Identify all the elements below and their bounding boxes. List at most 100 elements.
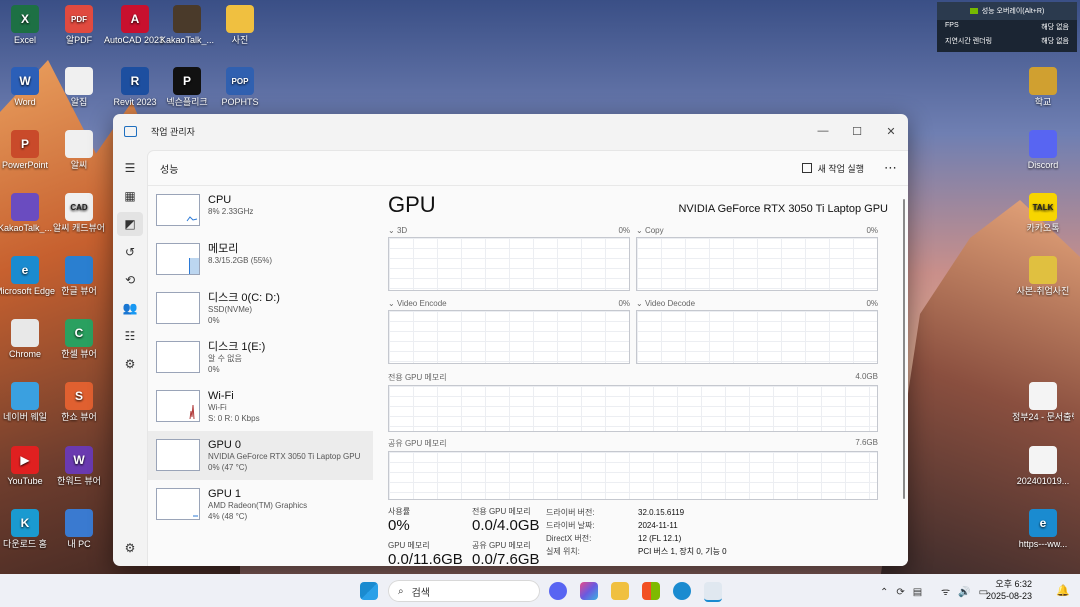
app-icon	[11, 319, 39, 347]
engine-video-encode-graph	[388, 310, 630, 364]
page-title: 성능	[160, 164, 179, 176]
desktop-icon-label: 내 PC	[67, 539, 91, 549]
app-icon	[173, 5, 201, 33]
users-icon[interactable]: 👥	[117, 296, 143, 320]
desktop-icon[interactable]: Discord	[1012, 130, 1074, 171]
detail-value: PCI 버스 1, 장치 0, 기능 0	[638, 547, 727, 556]
scrollbar[interactable]	[903, 199, 905, 499]
desktop-icon[interactable]: C 한셀 뷰어	[48, 319, 110, 360]
sidebar-item-gpu-1[interactable]: GPU 1 AMD Radeon(TM) Graphics 4% (48 °C)	[148, 480, 373, 529]
sidebar-item-name: 디스크 1(E:)	[208, 341, 266, 353]
desktop-icon-label: 사진	[231, 35, 249, 45]
taskbar-search[interactable]: ⌕ 검색	[388, 580, 540, 602]
dedicated-memory-stat-value: 0.0/4.0GB	[472, 517, 540, 534]
tray-icons[interactable]: ⌃⟳▤ ᯤ🔊▭	[880, 584, 996, 598]
desktop-icon[interactable]: 알씨	[48, 130, 110, 171]
desktop-icon[interactable]: CAD 알씨 캐드뷰어	[48, 193, 110, 234]
usage-label: 사용률	[388, 507, 411, 516]
mini-graph	[156, 390, 200, 422]
detail-row: DirectX 버전: 12 (FL 12.1)	[546, 532, 876, 545]
sidebar-item-[interactable]: 메모리 8.3/15.2GB (55%)	[148, 235, 373, 284]
engine-3d-label[interactable]: ⌄ 3D	[388, 226, 407, 235]
desktop-icon[interactable]: POP POPHTS	[209, 67, 271, 108]
store-icon[interactable]	[642, 582, 660, 600]
desktop-icon-label: POPHTS	[221, 97, 259, 107]
services-icon[interactable]: ⚙	[117, 352, 143, 376]
details-icon[interactable]: ☷	[117, 324, 143, 348]
top-bar: 성능 새 작업 실행 ⋯	[148, 151, 908, 186]
overlay-fps-value: 해당 없음	[1041, 24, 1069, 31]
desktop-icon[interactable]: S 한쇼 뷰어	[48, 382, 110, 423]
sidebar-item-sub1: AMD Radeon(TM) Graphics	[208, 501, 308, 510]
desktop-icon[interactable]: 정부24 - 문서출력.pdf	[1012, 382, 1074, 423]
detail-key: 드라이버 날짜:	[546, 521, 595, 530]
engine-video-decode-label[interactable]: ⌄ Video Decode	[636, 299, 695, 308]
engine-video-decode-graph	[636, 310, 878, 364]
copilot-icon[interactable]	[580, 582, 598, 600]
hamburger-menu-icon[interactable]: ☰	[117, 156, 143, 180]
desktop-icon[interactable]: 알집	[48, 67, 110, 108]
title-bar[interactable]: 작업 관리자 — ☐ ✕	[113, 114, 908, 148]
app-history-icon[interactable]: ↺	[117, 240, 143, 264]
desktop-icon[interactable]: PDF 알PDF	[48, 5, 110, 46]
sidebar-item-cpu[interactable]: CPU 8% 2.33GHz	[148, 186, 373, 235]
sidebar-item-1-e[interactable]: 디스크 1(E:) 알 수 없음 0%	[148, 333, 373, 382]
desktop-icon[interactable]: 학교	[1012, 67, 1074, 108]
sidebar-item-gpu-0[interactable]: GPU 0 NVIDIA GeForce RTX 3050 Ti Laptop G…	[148, 431, 373, 480]
desktop-icon-label: 한쇼 뷰어	[61, 412, 97, 422]
desktop-icon[interactable]: 한글 뷰어	[48, 256, 110, 297]
app-icon	[65, 509, 93, 537]
desktop-icon-label: Discord	[1027, 160, 1059, 170]
resource-sidebar: CPU 8% 2.33GHz 메모리 8.3/15.2GB (55%) 디스크 0(C:…	[148, 186, 373, 566]
desktop-icon[interactable]: TALK 카카오톡	[1012, 193, 1074, 234]
desktop-icon[interactable]: e https---ww...	[1012, 509, 1074, 550]
app-icon: e	[1029, 509, 1057, 537]
sidebar-item-sub1: 8.3/15.2GB (55%)	[208, 256, 273, 265]
app-icon: CAD	[65, 193, 93, 221]
more-options-button[interactable]: ⋯	[884, 160, 898, 176]
sidebar-item-sub1: 알 수 없음	[208, 354, 242, 363]
desktop-icon[interactable]: 202401019...	[1012, 446, 1074, 487]
start-button[interactable]	[360, 582, 378, 600]
dedicated-memory-label: 전용 GPU 메모리	[388, 373, 447, 382]
performance-overlay: 성능 오버레이(Alt+R) FPS 해당 없음 지연시간 렌더링 해당 없음	[937, 2, 1077, 52]
sidebar-item-0-c-d[interactable]: 디스크 0(C: D:) SSD(NVMe) 0%	[148, 284, 373, 333]
engine-video-encode-pct: 0%	[618, 299, 630, 308]
desktop-icon-label: 사본-취업사진	[1016, 286, 1070, 296]
shared-memory-stat-value: 0.0/7.6GB	[472, 551, 540, 566]
sidebar-item-wi-fi[interactable]: Wi-Fi Wi-Fi S: 0 R: 0 Kbps	[148, 382, 373, 431]
processes-icon[interactable]: ▦	[117, 184, 143, 208]
notification-icon[interactable]: 🔔	[1056, 584, 1070, 597]
task-manager-taskbar-icon[interactable]	[704, 582, 722, 602]
maximize-button[interactable]: ☐	[840, 125, 874, 138]
desktop-icon[interactable]: W 한워드 뷰어	[48, 446, 110, 487]
settings-gear-icon[interactable]: ⚙	[117, 536, 143, 560]
app-icon: C	[65, 319, 93, 347]
gpu-memory-value: 0.0/11.6GB	[388, 551, 463, 566]
mini-graph	[156, 341, 200, 373]
edge-icon[interactable]	[673, 582, 691, 600]
dedicated-memory-max: 4.0GB	[855, 372, 878, 381]
clock[interactable]: 오후 6:32 2025-08-23	[986, 578, 1032, 602]
app-icon: K	[11, 509, 39, 537]
close-button[interactable]: ✕	[874, 125, 908, 138]
sidebar-item-sub2: 0%	[208, 316, 220, 325]
desktop-icon-label: 카카오톡	[1026, 223, 1060, 233]
detail-row: 실제 위치: PCI 버스 1, 장치 0, 기능 0	[546, 545, 876, 558]
startup-apps-icon[interactable]: ⟲	[117, 268, 143, 292]
overlay-latency-label: 지연시간 렌더링	[945, 38, 993, 45]
file-explorer-icon[interactable]	[611, 582, 629, 600]
performance-icon[interactable]: ◩	[117, 212, 143, 236]
engine-copy-label[interactable]: ⌄ Copy	[636, 226, 664, 235]
app-icon	[226, 5, 254, 33]
desktop-icon[interactable]: 사본-취업사진	[1012, 256, 1074, 297]
discord-taskbar-icon[interactable]	[549, 582, 567, 600]
minimize-button[interactable]: —	[806, 125, 840, 138]
app-icon	[1029, 130, 1057, 158]
desktop-icon[interactable]: 내 PC	[48, 509, 110, 550]
desktop-icon[interactable]: 사진	[209, 5, 271, 46]
new-task-button[interactable]: 새 작업 실행	[801, 162, 864, 175]
engine-video-encode-label[interactable]: ⌄ Video Encode	[388, 299, 447, 308]
sidebar-item-sub1: 8% 2.33GHz	[208, 207, 254, 216]
app-icon: W	[11, 67, 39, 95]
